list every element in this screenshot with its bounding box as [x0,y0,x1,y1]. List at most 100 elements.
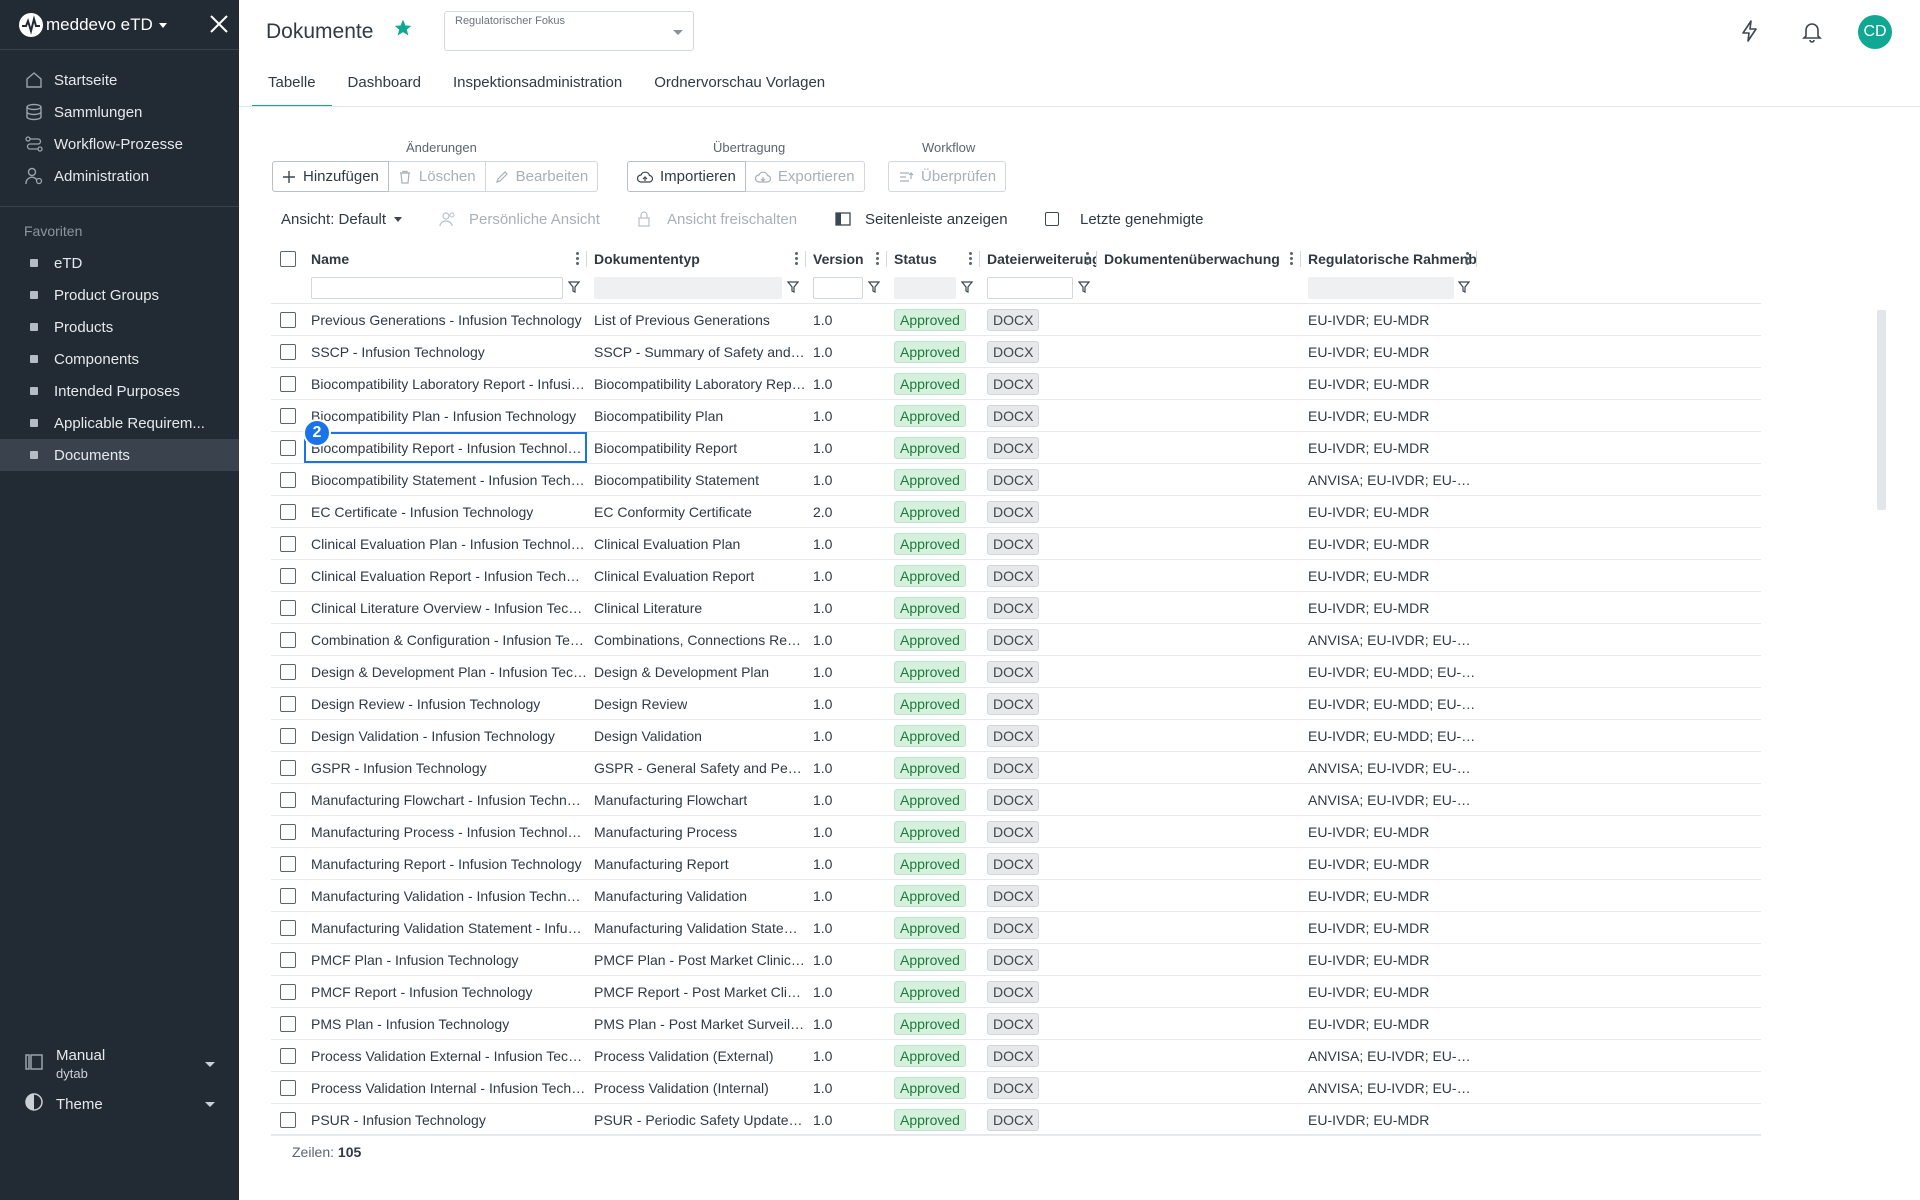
table-cell[interactable]: 1.0 [806,720,887,751]
filter-input[interactable] [987,276,1073,299]
favorite-item[interactable]: Documents [0,439,239,471]
table-row[interactable]: Clinical Evaluation Report - Infusion Te… [271,560,1761,592]
table-cell[interactable]: PMCF Plan - Post Market Clinical Follo..… [587,944,806,975]
table-cell[interactable] [1097,880,1301,911]
table-row[interactable]: Design & Development Plan - Infusion Tec… [271,656,1761,688]
table-cell[interactable]: Approved [887,656,980,687]
table-row[interactable]: SSCP - Infusion Technology SSCP - Summary… [271,336,1761,368]
export-button[interactable]: Exportieren [745,161,865,192]
table-cell[interactable]: Approved [887,848,980,879]
table-cell[interactable]: PMCF Report - Post Market Clinical Fol..… [587,976,806,1007]
table-cell[interactable]: ANVISA; EU-IVDR; EU-MDD; EU... [1301,464,1477,495]
filter-icon[interactable] [787,281,799,293]
column-menu-icon[interactable] [1466,252,1469,265]
table-cell[interactable] [1097,656,1301,687]
table-cell[interactable]: DOCX [980,784,1097,815]
close-icon[interactable] [207,12,231,36]
table-cell[interactable] [1097,400,1301,431]
table-cell[interactable] [1097,1008,1301,1039]
edit-button[interactable]: Bearbeiten [485,161,599,192]
row-checkbox[interactable] [280,919,296,936]
table-cell[interactable]: EU-IVDR; EU-MDR [1301,496,1477,527]
table-cell[interactable]: EU-IVDR; EU-MDR [1301,976,1477,1007]
table-cell[interactable]: Approved [887,688,980,719]
table-cell[interactable]: Biocompatibility Report - Infusion Techn… [304,432,587,463]
row-checkbox[interactable] [280,343,296,360]
row-checkbox[interactable] [280,727,296,744]
table-row[interactable]: Biocompatibility Report - Infusion Techn… [271,432,1761,464]
table-row[interactable]: Process Validation External - Infusion T… [271,1040,1761,1072]
table-cell[interactable] [1097,720,1301,751]
table-cell[interactable]: Biocompatibility Report [587,432,806,463]
table-cell[interactable]: EC Conformity Certificate [587,496,806,527]
row-checkbox[interactable] [280,535,296,552]
table-cell[interactable]: Approved [887,880,980,911]
favorite-item[interactable]: Components [0,343,239,375]
table-cell[interactable]: DOCX [980,912,1097,943]
table-cell[interactable]: 1.0 [806,752,887,783]
table-cell[interactable]: Approved [887,784,980,815]
last-approved-checkbox[interactable]: Letzte genehmigte [1045,208,1203,230]
table-cell[interactable] [1097,592,1301,623]
table-cell[interactable]: EU-IVDR; EU-MDR [1301,528,1477,559]
table-cell[interactable] [1097,560,1301,591]
row-checkbox[interactable] [280,439,296,456]
table-cell[interactable]: EU-IVDR; EU-MDR [1301,336,1477,367]
table-cell[interactable]: Approved [887,1072,980,1103]
table-cell[interactable]: Manufacturing Report [587,848,806,879]
table-cell[interactable]: DOCX [980,816,1097,847]
show-sidebar-toggle[interactable]: Seitenleiste anzeigen [835,208,1008,230]
table-cell[interactable]: EU-IVDR; EU-MDR [1301,592,1477,623]
table-cell[interactable]: Approved [887,464,980,495]
table-cell[interactable]: SSCP - Summary of Safety and Clinical... [587,336,806,367]
tab-tabelle[interactable]: Tabelle [252,62,332,107]
table-cell[interactable]: DOCX [980,496,1097,527]
table-cell[interactable]: Approved [887,944,980,975]
avatar[interactable]: CD [1858,15,1892,49]
table-cell[interactable]: Biocompatibility Plan - Infusion Technol… [304,400,587,431]
table-cell[interactable] [1097,368,1301,399]
row-checkbox[interactable] [280,695,296,712]
table-row[interactable]: Manufacturing Process - Infusion Technol… [271,816,1761,848]
table-cell[interactable]: DOCX [980,1072,1097,1103]
table-cell[interactable]: Process Validation (Internal) [587,1072,806,1103]
table-cell[interactable]: Approved [887,304,980,335]
table-cell[interactable]: PMS Plan - Infusion Technology [304,1008,587,1039]
filter-icon[interactable] [1078,281,1090,293]
favorite-item[interactable]: Products [0,311,239,343]
table-cell[interactable]: Biocompatibility Laboratory Report - Inf… [304,368,587,399]
row-checkbox[interactable] [280,631,296,648]
table-cell[interactable]: Manufacturing Flowchart - Infusion Techn… [304,784,587,815]
row-checkbox[interactable] [280,855,296,872]
table-row[interactable]: Biocompatibility Plan - Infusion Technol… [271,400,1761,432]
import-button[interactable]: Importieren [627,161,746,192]
sidebar-item-workflow-prozesse[interactable]: Workflow-Prozesse [0,128,239,160]
table-cell[interactable]: 1.0 [806,1072,887,1103]
table-cell[interactable]: Approved [887,752,980,783]
column-header[interactable]: Dokumententyp [587,246,806,272]
row-checkbox[interactable] [280,1047,296,1064]
table-row[interactable]: Design Review - Infusion Technology Desig… [271,688,1761,720]
table-cell[interactable]: EU-IVDR; EU-MDR [1301,1104,1477,1135]
table-cell[interactable]: Approved [887,400,980,431]
filter-input[interactable] [594,276,782,299]
table-cell[interactable]: 1.0 [806,848,887,879]
table-cell[interactable]: PSUR - Infusion Technology [304,1104,587,1135]
table-cell[interactable]: Design Validation [587,720,806,751]
sidebar-item-startseite[interactable]: Startseite [0,64,239,96]
sidebar-item-administration[interactable]: Administration [0,160,239,192]
add-button[interactable]: Hinzufügen [272,161,389,192]
table-row[interactable]: PSUR - Infusion Technology PSUR - Periodi… [271,1104,1761,1136]
table-cell[interactable]: Manufacturing Report - Infusion Technolo… [304,848,587,879]
table-cell[interactable]: DOCX [980,880,1097,911]
filter-icon[interactable] [568,281,580,293]
table-cell[interactable]: EU-IVDR; EU-MDR [1301,304,1477,335]
table-cell[interactable]: 1.0 [806,560,887,591]
favorite-item[interactable]: Intended Purposes [0,375,239,407]
filter-icon[interactable] [1458,281,1470,293]
table-cell[interactable]: 1.0 [806,912,887,943]
row-checkbox[interactable] [280,951,296,968]
table-cell[interactable]: 1.0 [806,688,887,719]
row-checkbox[interactable] [280,407,296,424]
table-cell[interactable]: Approved [887,912,980,943]
